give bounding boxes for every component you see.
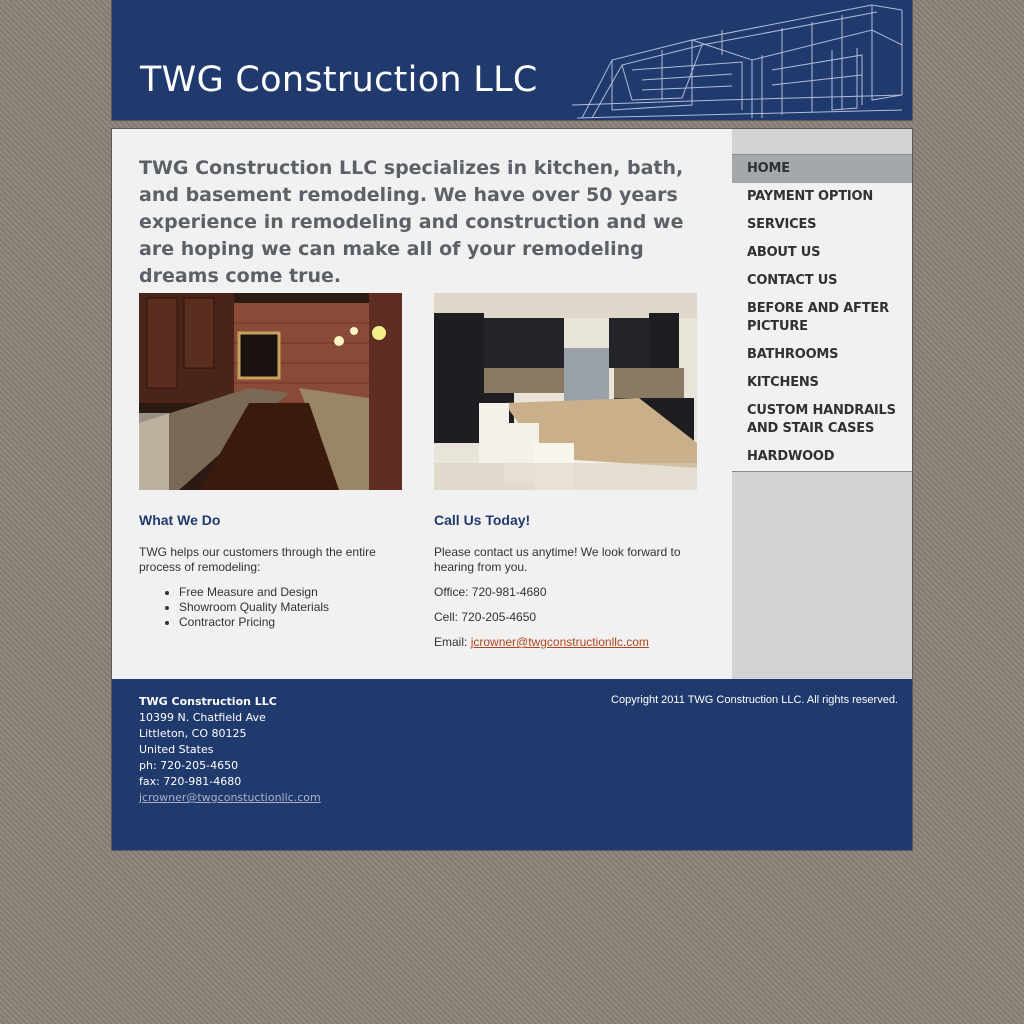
nav-item-bathrooms[interactable]: BATHROOMS [732, 341, 912, 369]
footer-country: United States [139, 743, 214, 756]
what-we-do-text: TWG helps our customers through the enti… [139, 545, 376, 574]
footer-address: TWG Construction LLC 10399 N. Chatfield … [139, 694, 321, 806]
cell-phone: Cell: 720-205-4650 [434, 610, 537, 624]
footer-fax: fax: 720-981-4680 [139, 775, 242, 788]
footer-email-link[interactable]: jcrowner@twgconstuctionllc.com [139, 791, 321, 804]
main-section: TWG Construction LLC specializes in kitc… [111, 128, 913, 679]
island-kitchen-photo [434, 293, 697, 490]
footer-company: TWG Construction LLC [139, 695, 277, 708]
email-link[interactable]: jcrowner@twgconstructionllc.com [471, 635, 649, 649]
nav-item-hardwood[interactable]: HARDWOOD [732, 443, 912, 471]
email-line: Email: jcrowner@twgconstructionllc.com [434, 635, 699, 650]
site-header: TWG Construction LLC [111, 0, 913, 121]
site-title[interactable]: TWG Construction LLC [140, 60, 538, 100]
nav-item-services[interactable]: SERVICES [732, 211, 912, 239]
nav-item-home[interactable]: HOME [732, 154, 912, 183]
footer-street: 10399 N. Chatfield Ave [139, 711, 266, 724]
footer-city: Littleton, CO 80125 [139, 727, 247, 740]
nav-item-custom-handrails[interactable]: CUSTOM HANDRAILS AND STAIR CASES [732, 397, 912, 443]
intro-text: TWG Construction LLC specializes in kitc… [139, 157, 684, 287]
office-phone: Office: 720-981-4680 [434, 585, 547, 599]
copyright-text: Copyright 2011 TWG Construction LLC. All… [611, 694, 898, 706]
nav-item-before-after[interactable]: BEFORE AND AFTER PICTURE [732, 295, 912, 341]
what-we-do-section: What We Do TWG helps our customers throu… [139, 512, 404, 630]
services-list: Free Measure and Design Showroom Quality… [139, 585, 404, 630]
nav-item-payment-option[interactable]: PAYMENT OPTION [732, 183, 912, 211]
nav-item-kitchens[interactable]: KITCHENS [732, 369, 912, 397]
call-us-text: Please contact us anytime! We look forwa… [434, 545, 681, 574]
bar-kitchen-photo [139, 293, 402, 490]
email-label: Email: [434, 635, 471, 649]
page: TWG Construction LLC TWG Construction LL… [111, 0, 913, 851]
call-us-section: Call Us Today! Please contact us anytime… [434, 512, 699, 660]
list-item: Free Measure and Design [179, 585, 404, 600]
call-us-heading: Call Us Today! [434, 512, 531, 528]
site-footer: TWG Construction LLC 10399 N. Chatfield … [111, 679, 913, 851]
main-nav: HOME PAYMENT OPTION SERVICES ABOUT US CO… [732, 154, 912, 472]
list-item: Showroom Quality Materials [179, 600, 404, 615]
list-item: Contractor Pricing [179, 615, 404, 630]
nav-item-contact-us[interactable]: CONTACT US [732, 267, 912, 295]
nav-item-about-us[interactable]: ABOUT US [732, 239, 912, 267]
what-we-do-heading: What We Do [139, 512, 221, 528]
house-sketch-graphic [572, 4, 903, 119]
footer-phone: ph: 720-205-4650 [139, 759, 239, 772]
sidebar: HOME PAYMENT OPTION SERVICES ABOUT US CO… [732, 129, 912, 679]
